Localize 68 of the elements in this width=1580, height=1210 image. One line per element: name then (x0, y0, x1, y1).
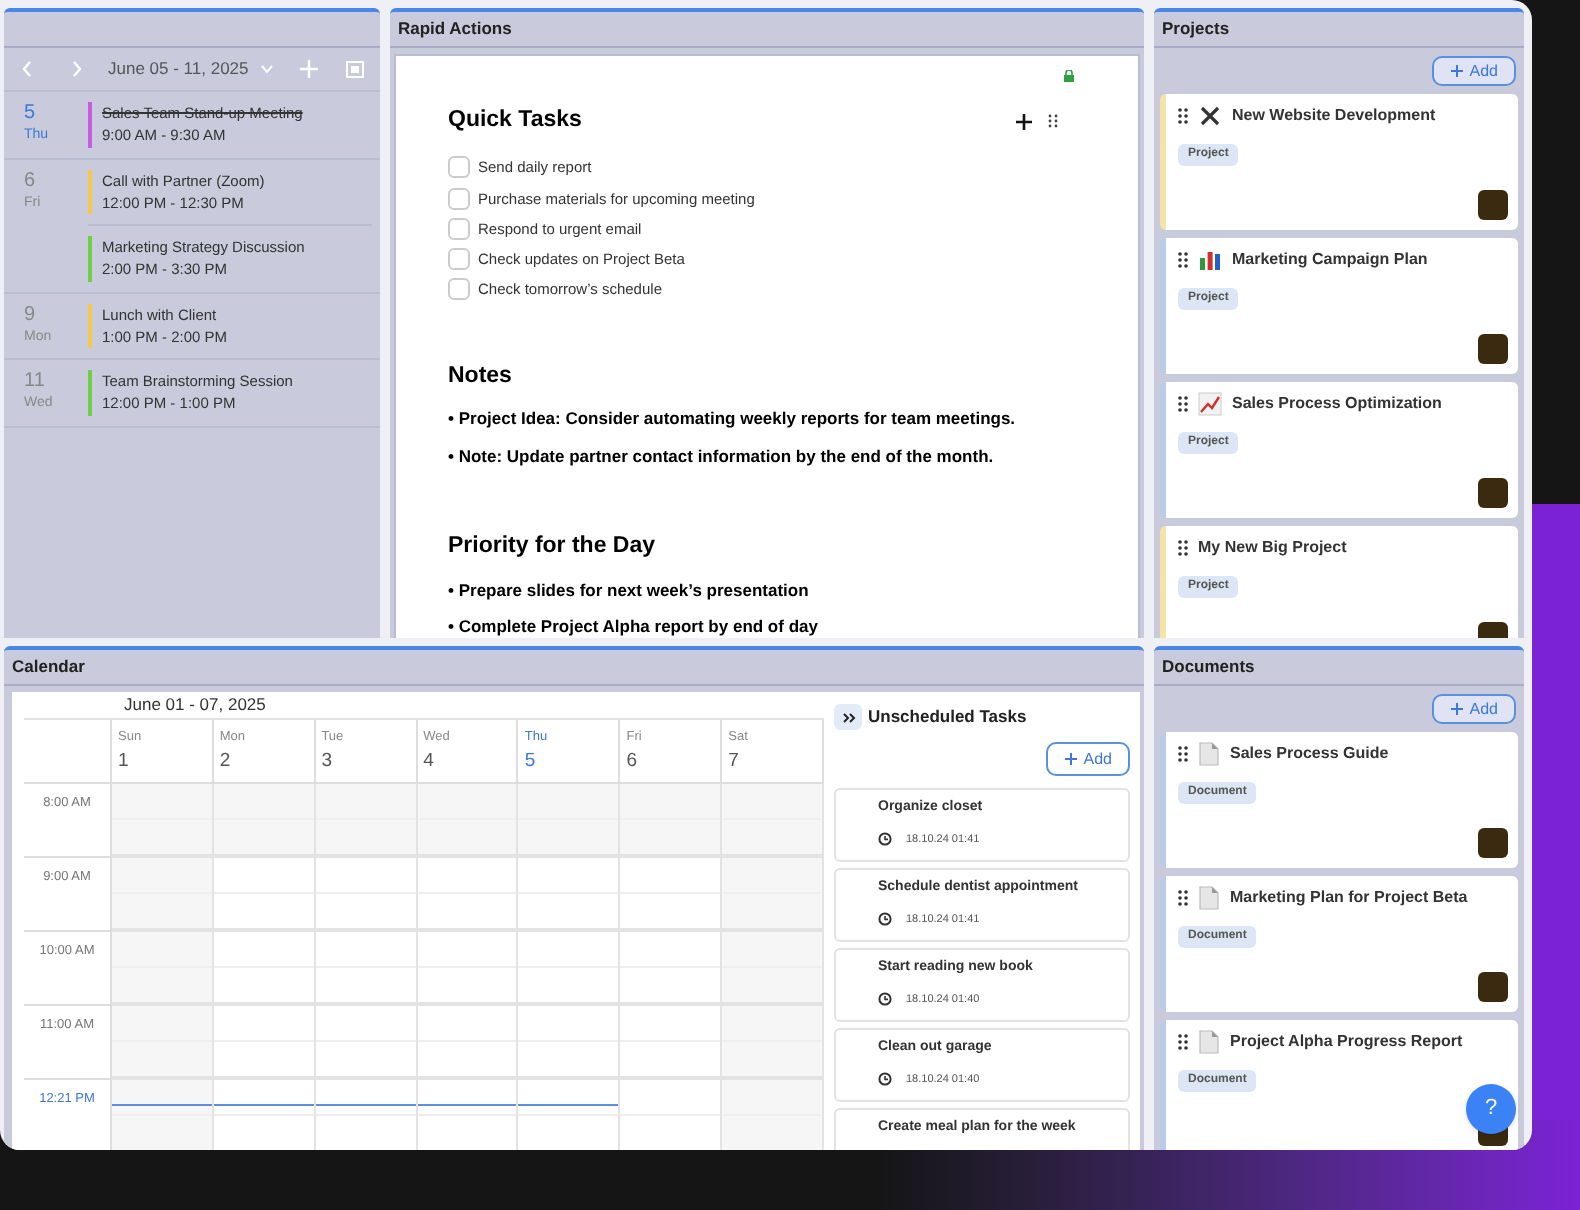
task-checkbox[interactable] (448, 156, 470, 179)
day-number: 2 (219, 747, 233, 775)
day-number: 1 (118, 747, 131, 775)
section-heading: Priority for the Day (448, 532, 658, 563)
drag-handle-icon[interactable] (1178, 540, 1188, 556)
avatar-photo-placeholder (1478, 190, 1508, 220)
plus-icon (1449, 702, 1464, 716)
add-button[interactable]: Add (1045, 742, 1130, 776)
drag-handle-icon[interactable] (1178, 746, 1188, 762)
day-number: 4 (423, 747, 436, 775)
day-number: 9 (24, 303, 38, 327)
collapse-button[interactable] (834, 704, 862, 730)
task-checkbox[interactable] (448, 217, 470, 240)
avatar-photo-placeholder (1478, 478, 1508, 508)
avatar-photo-placeholder (1478, 972, 1508, 1002)
drag-handle-icon[interactable] (1178, 252, 1188, 268)
date-range-dropdown[interactable]: June 05 - 11, 2025 (108, 56, 275, 82)
panel-title: Rapid Actions (398, 16, 512, 42)
item-title: Project Alpha Progress Report (1230, 1030, 1463, 1054)
item-title: Sales Process Guide (1230, 742, 1389, 766)
drag-handle-icon[interactable] (1178, 1034, 1188, 1050)
caret-icon (260, 64, 275, 74)
lock-icon (1064, 70, 1074, 82)
item-title: Marketing Plan for Project Beta (1230, 886, 1468, 910)
avatar-photo-placeholder (1478, 334, 1508, 364)
panel-title: Calendar (12, 654, 85, 680)
day-number: 11 (24, 370, 47, 394)
clock-icon (878, 1072, 892, 1087)
item-title: My New Big Project (1198, 536, 1347, 560)
clock-icon (878, 992, 892, 1007)
note-text: • Project Idea: Consider automating weekly reports for team meetings. (448, 405, 1018, 431)
item-title: Sales Process Optimization (1232, 392, 1442, 416)
drag-handle-icon[interactable] (1178, 108, 1188, 124)
unscheduled-title: Unscheduled Tasks (868, 704, 1027, 730)
double-chevron-icon (841, 711, 855, 723)
section-heading: Quick Tasks (448, 106, 582, 136)
task-checkbox[interactable] (448, 187, 470, 210)
clock-icon (878, 832, 892, 847)
plus-icon (1063, 752, 1078, 766)
line-chart-icon (1198, 392, 1222, 416)
avatar-photo-placeholder (1478, 828, 1508, 858)
priority-text: • Complete Project Alpha report by end of day (448, 614, 820, 638)
item-title: New Website Development (1232, 104, 1436, 128)
task-checkbox[interactable] (448, 248, 470, 271)
plus-icon[interactable] (1016, 113, 1032, 130)
bar-chart-icon (1198, 248, 1222, 272)
day-number: 6 (626, 747, 640, 775)
drag-handle-icon[interactable] (1048, 114, 1058, 129)
day-number: 7 (728, 747, 741, 775)
clock-icon (878, 912, 892, 927)
drag-handle-icon[interactable] (1178, 890, 1188, 906)
document-icon (1198, 1030, 1220, 1054)
document-icon (1198, 742, 1220, 766)
day-number: 5 (24, 102, 38, 126)
day-number: 6 (24, 169, 38, 193)
day-number: 3 (321, 747, 334, 775)
note-text: • Note: Update partner contact information by the end of the month. (448, 443, 996, 469)
item-title: Marketing Campaign Plan (1232, 248, 1428, 272)
priority-text: • Prepare slides for next week’s presentation (448, 577, 811, 603)
drag-handle-icon[interactable] (1178, 396, 1188, 412)
tools-icon (1198, 104, 1222, 128)
task-checkbox[interactable] (448, 278, 470, 301)
section-heading: Notes (448, 361, 514, 391)
panel-title: Projects (1162, 16, 1230, 42)
plus-icon (1449, 64, 1464, 78)
panel-title: Documents (1162, 654, 1255, 680)
document-icon (1198, 886, 1220, 910)
day-number: 5 (524, 747, 538, 775)
